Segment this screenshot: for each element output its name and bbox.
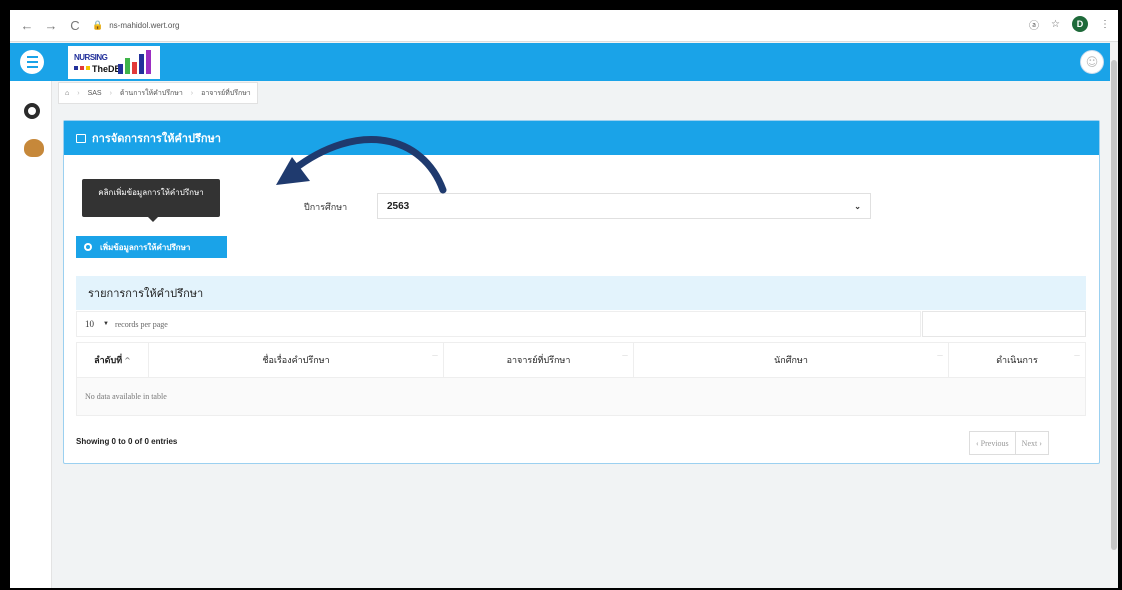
- square-icon: [76, 133, 86, 143]
- breadcrumb-item-advisor: อาจารย์ที่ปรึกษา: [201, 89, 251, 97]
- column-header-topic[interactable]: ชื่อเรื่องคำปรึกษา —: [149, 343, 444, 377]
- add-consulting-label: เพิ่มข้อมูลการให้คำปรึกษา: [100, 242, 191, 252]
- list-title: รายการการให้คำปรึกษา: [76, 276, 1086, 310]
- nursing-thedb-logo[interactable]: NURSING TheDB: [68, 46, 160, 79]
- pagination: ‹ Previous Next ›: [969, 431, 1049, 455]
- scrollbar-thumb[interactable]: [1111, 60, 1117, 550]
- table-search-input[interactable]: [922, 311, 1086, 337]
- plus-circle-icon: [84, 243, 92, 251]
- circle-menu-icon[interactable]: [24, 103, 40, 119]
- caret-down-icon: ▼: [103, 321, 109, 327]
- page-scrollbar[interactable]: [1110, 43, 1118, 588]
- card-header: การจัดการการให้คำปรึกษา: [64, 121, 1099, 155]
- left-sidebar: [10, 81, 52, 588]
- address-bar[interactable]: 🔒 ns-mahidol.wert.org: [92, 20, 179, 31]
- user-group-icon[interactable]: [24, 139, 44, 157]
- page-length-select[interactable]: 10 ▼: [85, 319, 109, 329]
- column-header-student[interactable]: นักศึกษา —: [634, 343, 949, 377]
- showing-entries-text: Showing 0 to 0 of 0 entries: [76, 437, 178, 446]
- logo-text-thedb: TheDB: [92, 64, 121, 74]
- app-header: NURSING TheDB ☺: [10, 43, 1110, 81]
- logo-bars: [118, 50, 151, 74]
- consulting-card: การจัดการการให้คำปรึกษา คลิกเพิ่มข้อมูลก…: [63, 120, 1100, 464]
- browser-window: ← → C 🔒 ns-mahidol.wert.org ⓐ ☆ D ⋮ NURS…: [10, 10, 1118, 588]
- page-length-control: 10 ▼ records per page: [76, 311, 921, 337]
- user-avatar-icon[interactable]: ☺: [1080, 50, 1104, 74]
- table-empty-row: No data available in table: [76, 378, 1086, 416]
- back-button[interactable]: ←: [20, 18, 34, 33]
- table-header: ลำดับที่ ^ ชื่อเรื่องคำปรึกษา — อาจารย์ที่…: [76, 342, 1086, 378]
- breadcrumb: ⌂ › SAS › ด้านการให้คำปรึกษา › อาจารย์ที…: [58, 82, 258, 104]
- breadcrumb-item-consulting[interactable]: ด้านการให้คำปรึกษา: [120, 88, 183, 99]
- logo-squares: [74, 66, 90, 70]
- page-length-value: 10: [85, 319, 94, 329]
- add-consulting-button[interactable]: เพิ่มข้อมูลการให้คำปรึกษา: [76, 236, 227, 258]
- column-header-advisor[interactable]: อาจารย์ที่ปรึกษา —: [444, 343, 634, 377]
- hamburger-menu-icon[interactable]: [20, 50, 44, 74]
- star-icon[interactable]: ☆: [1051, 19, 1060, 30]
- forward-button[interactable]: →: [44, 18, 58, 33]
- page-length-suffix: records per page: [114, 319, 168, 329]
- previous-page-button[interactable]: ‹ Previous: [970, 432, 1016, 454]
- chevron-down-icon: ⌄: [854, 202, 861, 211]
- logo-text-nursing: NURSING: [74, 53, 108, 62]
- menu-icon[interactable]: ⋮: [1100, 19, 1110, 30]
- breadcrumb-item-sas[interactable]: SAS: [88, 90, 102, 97]
- add-tooltip: คลิกเพิ่มข้อมูลการให้คำปรึกษา: [82, 179, 220, 222]
- column-header-number[interactable]: ลำดับที่ ^: [77, 343, 149, 377]
- next-page-button[interactable]: Next ›: [1016, 432, 1048, 454]
- translate-icon[interactable]: ⓐ: [1029, 17, 1039, 32]
- profile-avatar[interactable]: D: [1072, 16, 1088, 32]
- reload-button[interactable]: C: [68, 18, 82, 33]
- column-header-action[interactable]: ดำเนินการ —: [949, 343, 1085, 377]
- browser-toolbar: ← → C 🔒 ns-mahidol.wert.org ⓐ ☆ D ⋮: [10, 10, 1118, 42]
- card-title: การจัดการการให้คำปรึกษา: [92, 132, 221, 145]
- home-icon[interactable]: ⌂: [65, 90, 69, 97]
- annotation-arrow-icon: [276, 136, 447, 194]
- lock-icon: 🔒: [92, 20, 104, 30]
- address-text: ns-mahidol.wert.org: [109, 21, 180, 30]
